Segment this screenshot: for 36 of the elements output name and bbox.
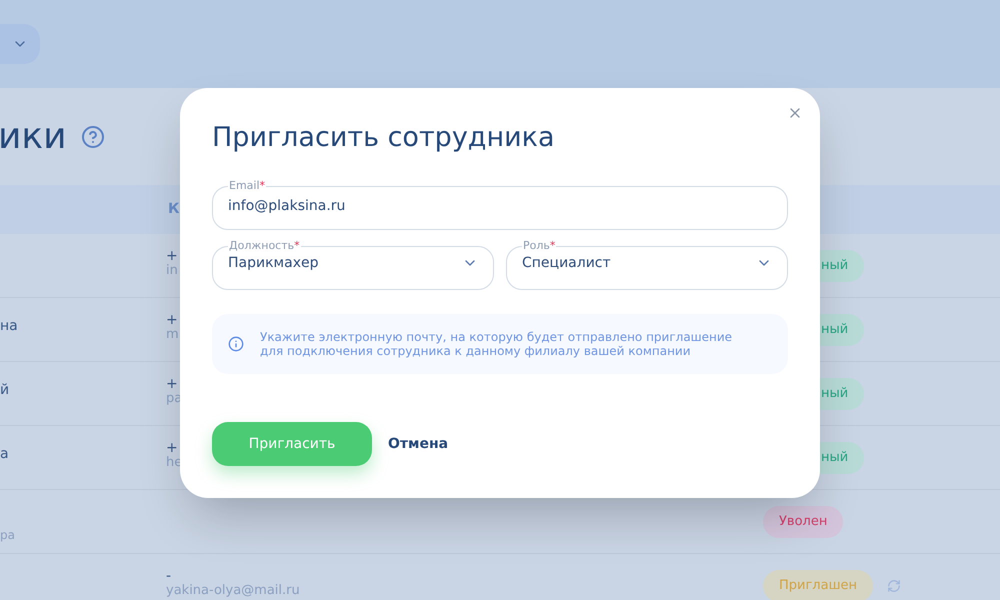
status-badge: Приглашен: [763, 570, 873, 600]
employee-name: на: [0, 317, 18, 336]
contact-phone: +: [166, 376, 178, 392]
field-label: Email: [229, 179, 260, 193]
info-text: Укажите электронную почту, на которую будет отправлено приглашение: [260, 330, 732, 344]
required-mark: *: [260, 179, 266, 193]
dropdown-button[interactable]: [0, 24, 40, 64]
select-value: Парикмахер: [228, 254, 318, 273]
contact-phone: -: [166, 568, 172, 584]
dialog-title: Пригласить сотрудника: [212, 121, 556, 155]
field-label: Должность: [229, 239, 294, 253]
field-label: Роль: [523, 239, 550, 253]
select-field[interactable]: Должность* Парикмахер: [212, 239, 494, 290]
contact-email: yakina-olya@mail.ru: [166, 584, 300, 598]
status-badge: Уволен: [763, 506, 844, 538]
contact-email: m: [166, 328, 179, 342]
required-mark: *: [294, 239, 300, 253]
column-header: К: [168, 200, 180, 219]
contact-phone: +: [166, 440, 178, 456]
info-text: для подключения сотрудника к данному филиалу вашей компании: [260, 344, 692, 358]
help-icon: [80, 124, 105, 148]
info-icon: [228, 336, 244, 352]
select-field[interactable]: Роль* Специалист: [506, 239, 788, 290]
employee-position: ра: [0, 527, 15, 544]
select-value: Специалист: [522, 254, 611, 273]
page-title: ики: [0, 114, 67, 158]
refresh-icon[interactable]: [886, 579, 901, 593]
email-field[interactable]: Email* info@plaksina.ru: [212, 179, 788, 230]
cancel-button[interactable]: Отмена: [388, 434, 448, 454]
employee-name: а: [0, 445, 9, 464]
contact-phone: +: [166, 248, 178, 264]
contact-phone: +: [166, 312, 178, 328]
email-value: info@plaksina.ru: [228, 198, 346, 214]
required-mark: *: [550, 239, 556, 253]
employee-name: й: [0, 381, 10, 400]
contact-email: in: [166, 264, 178, 278]
